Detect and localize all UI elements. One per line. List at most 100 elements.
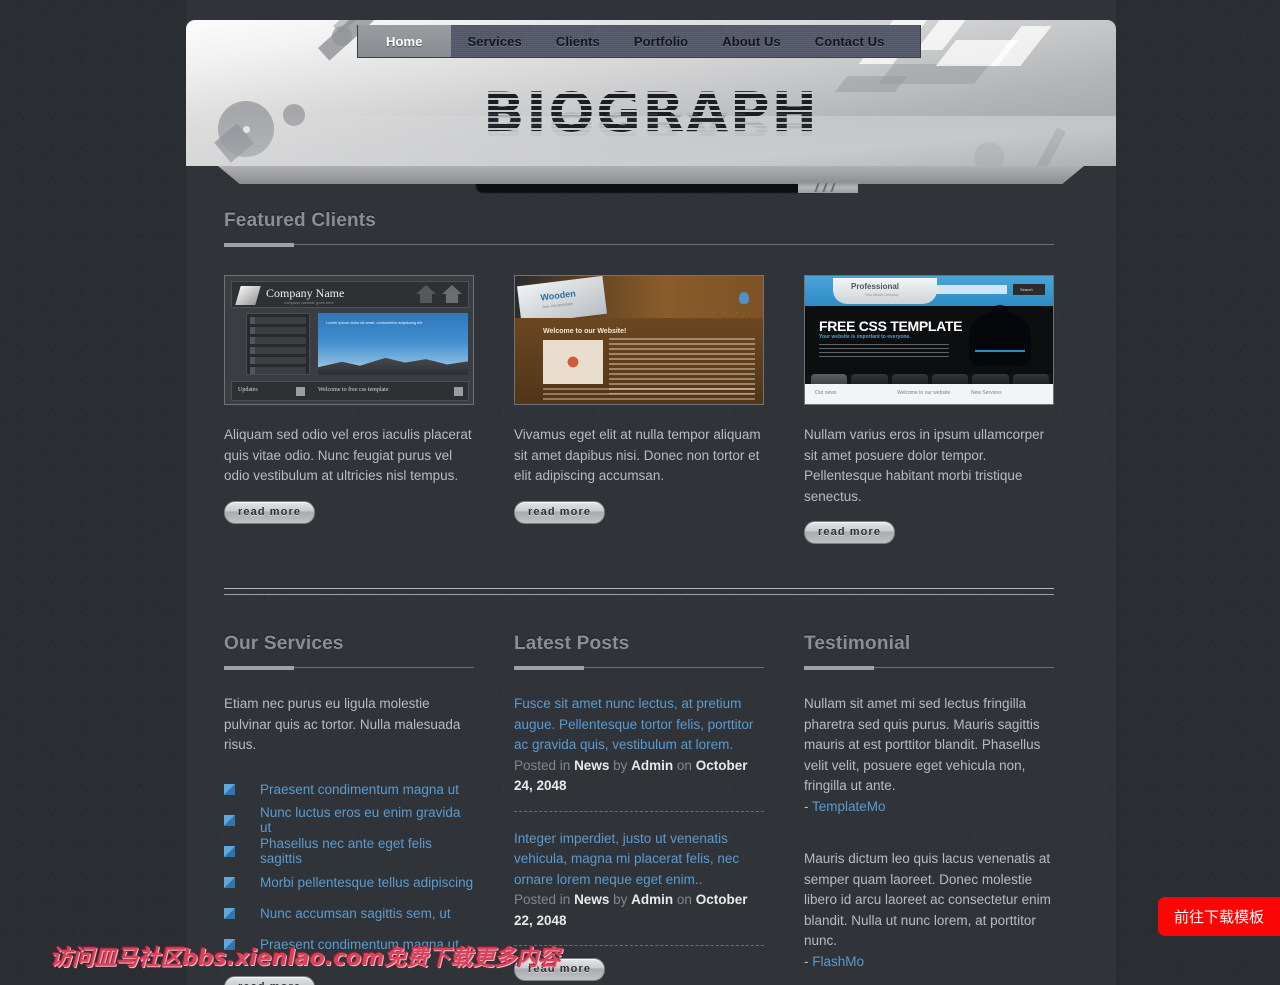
header-base-bevel [218, 166, 1084, 184]
thumb1-hero-line: Lorem ipsum dolor sit amet, consectetur … [326, 320, 423, 325]
client-thumbnail-professional[interactable]: Search Professional Your Media Company F… [804, 275, 1054, 405]
list-item[interactable]: Nunc luctus eros eu enim gravida ut [224, 805, 474, 836]
nav-item-portfolio[interactable]: Portfolio [617, 25, 705, 57]
diagonal-square-icon [224, 876, 235, 888]
post-posted-in-label-2: Posted in [514, 892, 571, 907]
header-base-shadow [476, 183, 826, 193]
deco-stripe-6 [990, 26, 1052, 66]
testimonial-section: Testimonial Nullam sit amet mi sed lectu… [804, 633, 1054, 985]
client-thumbnail-company-name[interactable]: Company Name company website goes here L… [224, 275, 474, 405]
site-header: Home Services Clients Portfolio About Us… [186, 20, 1116, 166]
post-item-2: Integer imperdiet, justo ut venenatis ve… [514, 829, 764, 946]
latest-posts-section: Latest Posts Fusce sit amet nunc lectus,… [514, 633, 764, 985]
testimonial-author-1[interactable]: TemplateMo [812, 799, 886, 814]
site-logo[interactable]: BIOGRAPH BIOGRAPH [186, 86, 1116, 166]
lower-columns: Our Services Etiam nec purus eu ligula m… [224, 633, 1054, 985]
list-item[interactable]: Praesent condimentum magna ut [224, 774, 474, 805]
thumb3-logo-tab: Professional Your Media Company [833, 278, 937, 304]
featured-clients-row: Company Name company website goes here L… [224, 275, 1054, 544]
diagonal-square-icon [224, 907, 235, 919]
thumb1-contact-icon [442, 285, 462, 303]
client-read-more-1[interactable]: read more [224, 500, 316, 524]
thumb3-subtitle: Your Media Company [865, 293, 899, 297]
testimonial-item-2: Mauris dictum leo quis lacus venenatis a… [804, 849, 1054, 972]
thumb1-topbar: Company Name company website goes here [231, 281, 469, 308]
thumb2-flower-image [543, 340, 603, 384]
our-services-list: Praesent condimentum magna ut Nunc luctu… [224, 774, 474, 960]
thumb3-search-field [929, 285, 1007, 294]
our-services-section: Our Services Etiam nec purus eu ligula m… [224, 633, 474, 985]
our-services-rule [224, 666, 474, 670]
thumb1-footer-right: Welcome to free css template [318, 387, 389, 393]
testimonial-byline-1: - TemplateMo [804, 797, 1054, 818]
diagonal-square-icon [224, 783, 235, 795]
section-divider [224, 588, 1054, 595]
post-on-label-2: on [676, 892, 692, 907]
download-template-button[interactable]: 前往下载模板 [1158, 897, 1280, 936]
nav-item-services[interactable]: Services [451, 25, 539, 57]
post-category-1[interactable]: News [574, 758, 609, 773]
deco-stripe-2 [916, 20, 966, 50]
thumb2-text-lines-2 [543, 388, 755, 400]
thumb3-paragraph-lines [819, 344, 949, 358]
nav-item-clients[interactable]: Clients [539, 25, 617, 57]
services-read-more[interactable]: read more [224, 975, 316, 985]
thumb3-footer-col-1: Our news [815, 390, 837, 396]
client-card-2: Wooden free css template · · · · · Welco… [514, 275, 764, 544]
featured-clients-rule [224, 243, 1054, 247]
post-divider-1 [514, 810, 764, 812]
deco-stripe-3 [878, 64, 990, 84]
thumb2-nav: · · · · · [698, 310, 755, 315]
testimonial-author-2[interactable]: FlashMo [812, 954, 864, 969]
post-title-2[interactable]: Integer imperdiet, justo ut venenatis ve… [514, 829, 764, 891]
client-read-more-3[interactable]: read more [804, 521, 896, 544]
client-read-more-2[interactable]: read more [514, 500, 606, 524]
post-category-2[interactable]: News [574, 892, 609, 907]
thumb1-sidebar-menu [246, 313, 310, 375]
service-link-4[interactable]: Morbi pellentesque tellus adipiscing [260, 875, 473, 890]
nav-item-about-us[interactable]: About Us [705, 25, 798, 57]
list-item[interactable]: Morbi pellentesque tellus adipiscing [224, 867, 474, 898]
client-text-3: Nullam varius eros in ipsum ullamcorper … [804, 427, 1045, 504]
post-by-label-2: by [613, 892, 628, 907]
main-content: Featured Clients Company Name company we… [224, 210, 1054, 985]
nav-item-home[interactable]: Home [358, 25, 451, 57]
list-item[interactable]: Nunc accumsan sagittis sem, ut [224, 898, 474, 929]
service-link-5[interactable]: Nunc accumsan sagittis sem, ut [260, 906, 451, 921]
header-base-nub [798, 182, 858, 193]
thumb1-footer-plus-1 [296, 387, 305, 396]
main-navigation[interactable]: Home Services Clients Portfolio About Us… [357, 25, 921, 58]
post-item-1: Fusce sit amet nunc lectus, at pretium a… [514, 694, 764, 812]
client-text-1: Aliquam sed odio vel eros iaculis placer… [224, 427, 472, 483]
thumb3-headline: FREE CSS TEMPLATE [819, 318, 963, 334]
diagonal-square-icon [224, 845, 235, 857]
client-card-3: Search Professional Your Media Company F… [804, 275, 1054, 544]
post-author-2[interactable]: Admin [631, 892, 673, 907]
thumb3-hero: FREE CSS TEMPLATE Your website is import… [805, 305, 1053, 374]
testimonial-quote-2: Mauris dictum leo quis lacus venenatis a… [804, 851, 1051, 948]
deco-circle-small-left [332, 26, 352, 46]
post-title-1[interactable]: Fusce sit amet nunc lectus, at pretium a… [514, 694, 764, 756]
featured-clients-section: Featured Clients Company Name company we… [224, 210, 1054, 544]
thumb1-title: Company Name [266, 286, 345, 300]
thumb3-title: Professional [851, 282, 900, 291]
nav-item-contact-us[interactable]: Contact Us [798, 25, 902, 57]
thumb1-subtitle: company website goes here [284, 300, 334, 305]
service-link-2[interactable]: Nunc luctus eros eu enim gravida ut [260, 805, 474, 835]
client-card-1: Company Name company website goes here L… [224, 275, 474, 544]
testimonial-title: Testimonial [804, 633, 911, 654]
post-by-label-1: by [613, 757, 628, 773]
site-logo-reflection: BIOGRAPH [186, 105, 1116, 144]
client-thumbnail-wooden[interactable]: Wooden free css template · · · · · Welco… [514, 275, 764, 405]
testimonial-item-1: Nullam sit amet mi sed lectus fringilla … [804, 694, 1054, 817]
thumb1-footer-plus-2 [454, 387, 463, 396]
thumb1-home-icon [416, 285, 436, 303]
post-author-1[interactable]: Admin [631, 758, 673, 773]
thumb3-search-button-label: Search [1020, 287, 1033, 292]
testimonial-rule [804, 666, 1054, 670]
service-link-3[interactable]: Phasellus nec ante eget felis sagittis [260, 836, 474, 866]
list-item[interactable]: Phasellus nec ante eget felis sagittis [224, 836, 474, 867]
service-link-1[interactable]: Praesent condimentum magna ut [260, 782, 459, 797]
thumb3-tagline: Your website is important to everyone. [819, 334, 911, 340]
post-posted-in-label-1: Posted in [514, 757, 571, 773]
